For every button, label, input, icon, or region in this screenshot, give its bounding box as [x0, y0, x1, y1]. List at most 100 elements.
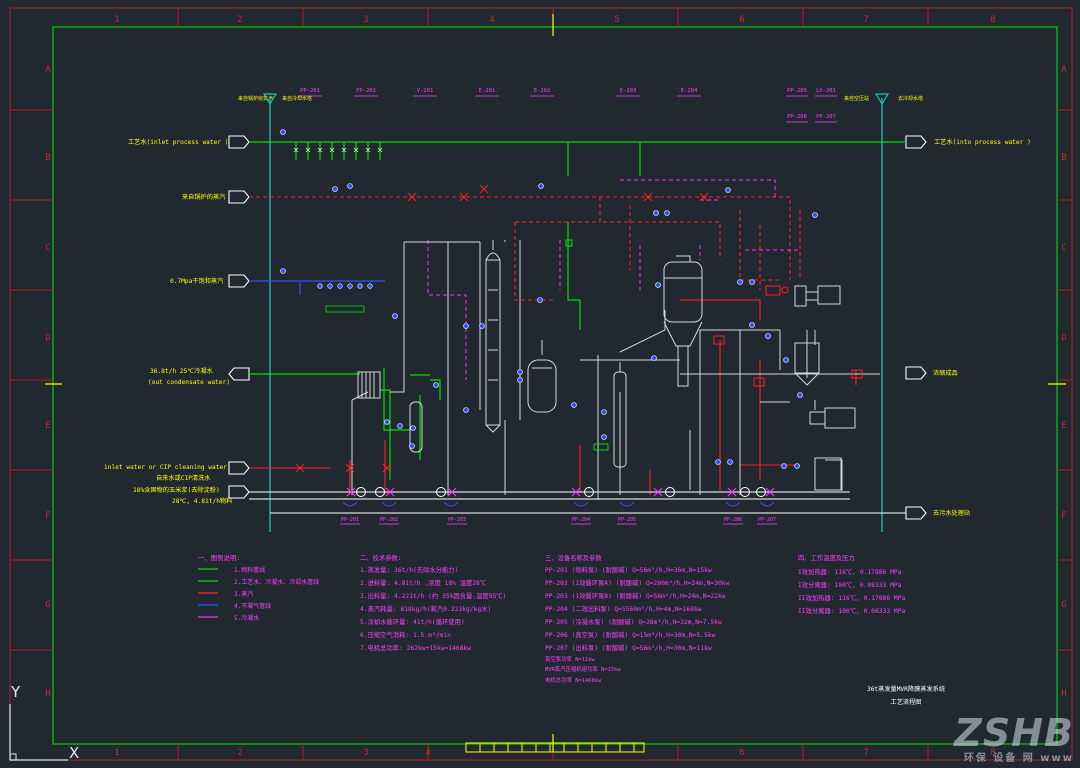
stream-label-inlet-water: 工艺水(inlet process water ): [128, 138, 229, 146]
inlet-arrow: [228, 135, 250, 149]
pipe-tag: [593, 443, 609, 451]
col-label-4-bottom: 4: [425, 748, 430, 758]
outlet-arrow: [228, 367, 250, 381]
stream-label-feed: 18%含固物的玉米浆(去除淀粉): [133, 486, 220, 494]
instrument-bubbles: [280, 129, 818, 469]
row-label-h-right: H: [1061, 689, 1066, 699]
row-label-f: F: [45, 511, 50, 521]
legend-item: 4.不凝气管线: [234, 602, 271, 610]
ucs-x-label: X: [69, 744, 80, 762]
tag-top: PP-205: [787, 88, 807, 94]
operating-line: I效加热器: 116℃, 0.17886 MPa: [798, 567, 902, 576]
pump-line: 真空泵功率 N=11kw: [545, 655, 595, 663]
title-block-line2: 工艺流程图: [891, 698, 922, 706]
col-label-2: 2: [237, 15, 242, 25]
legend-item: 2.工艺水、冷凝水、冷却水管线: [234, 578, 319, 586]
spec-line: 4.蒸汽耗量: 818kg/h(耗汽0.223kg/kg水): [360, 604, 491, 613]
stream-label-cip-cn: 自来水或CIP清洗水: [156, 474, 211, 482]
top-note: 去冷却水塔: [898, 95, 923, 102]
spec-line: 1.蒸发量: 36t/h(去除水分能力): [360, 565, 458, 574]
condensate-lines: [427, 179, 800, 380]
tag-top: LX-201: [816, 88, 836, 94]
stream-label-vacuum-steam: 0.7Mpa干饱和蒸汽: [170, 277, 223, 285]
operating-line: II效分离器: 100℃, 0.08333 MPa: [798, 606, 906, 615]
pump-line: PP-206 (真空泵) (耐酸碱) Q=15m³/h,H=30m,N=5.5k…: [545, 630, 716, 639]
inlet-arrow: [228, 190, 250, 204]
col-label-6-bottom: 6: [739, 748, 744, 758]
pump-line: MVR蒸汽压缩机组功率 N=15kw: [545, 665, 621, 673]
inlet-arrow: [228, 274, 250, 288]
top-note: 来自空压站: [844, 95, 869, 102]
watermark-sub: 环保 设备 网 www: [963, 753, 1074, 764]
ucs-y-label: Y: [11, 683, 21, 701]
pump-line: PP-202 (1效循环泵A) (耐酸碱) Q=280m³/h,H=24m,N=…: [545, 578, 730, 587]
outlet-arrow: [905, 506, 927, 520]
tag-bottom: PP-201: [341, 517, 359, 523]
tag-top: V-201: [417, 88, 434, 94]
watermark: ZSHB 环保 设备 网 www: [954, 711, 1074, 764]
vacuum-manifold-tag: [325, 305, 365, 313]
process-flow-diagram: 1 2 3 4 5 6 7 8 1 2 3 4 6 7 8 A B C D E …: [9, 7, 1073, 761]
tag-top: E-201: [479, 88, 496, 94]
equipment-piping: [351, 240, 880, 500]
inlet-arrow: [228, 485, 250, 499]
spec-line: 6.压缩空气消耗: 1.5 m³/min: [360, 630, 451, 639]
inlet-arrow: [228, 461, 250, 475]
pump-line: 电机总功率 N=1468kw: [545, 676, 602, 684]
outlet-arrow: [905, 366, 927, 380]
tag-bottom: PP-207: [758, 517, 776, 523]
tag-top: PP-206: [787, 114, 807, 120]
col-label-1-bottom: 1: [114, 748, 119, 758]
stream-label-steam: 来自锅炉的蒸汽: [182, 193, 225, 201]
row-label-c: C: [45, 243, 50, 253]
col-label-2-bottom: 2: [237, 748, 242, 758]
pump-line: PP-204 (二效出料泵) Q=5560m³/h,H=4m,N=168kw: [545, 604, 702, 613]
steam-solid-lines: [250, 299, 857, 495]
row-label-c-right: C: [1061, 243, 1066, 253]
tag-top: E-204: [681, 88, 698, 94]
spec-line: 2.进料量: 4.81t/h ,浓度 18% 温度28℃: [360, 578, 487, 587]
legend-title: 一、图例说明:: [198, 553, 240, 562]
row-label-d-right: D: [1061, 333, 1066, 343]
tag-top: PP-202: [356, 88, 376, 94]
tag-bottom: PP-204: [572, 517, 590, 523]
col-label-7-bottom: 7: [863, 748, 868, 758]
tag-bottom: PP-206: [724, 517, 742, 523]
top-note: 来自冷却水塔: [282, 95, 312, 102]
operating-line: II效加热器: 116℃, 0.17886 MPa: [798, 593, 906, 602]
stream-label-cip: inlet water or CIP cleaning water: [104, 464, 227, 471]
row-label-g-right: G: [1061, 600, 1066, 610]
stream-label-condensate: 36.8t/h 25℃冷凝水: [150, 367, 214, 375]
pumps-title: 三、设备名称及参数: [545, 553, 602, 562]
tag-top: E-202: [534, 88, 551, 94]
row-label-b: B: [45, 153, 50, 163]
pump-line: PP-205 (冷凝水泵) (耐酸碱) Q=26m³/h,H=32m,N=7.5…: [545, 617, 722, 626]
col-label-1: 1: [114, 15, 119, 25]
legend-item: 5.冷凝水: [234, 614, 259, 622]
operating-line: I效分离器: 100℃, 0.08333 MPa: [798, 580, 902, 589]
stream-label-drain: 去污水处理站: [933, 509, 970, 517]
specs-title: 二、技术参数:: [360, 553, 402, 562]
col-label-7: 7: [863, 15, 868, 25]
stream-label-condensate-en: (out condensate water): [148, 379, 230, 386]
row-label-d: D: [45, 333, 50, 343]
legend-item: 1.物料管线: [234, 566, 265, 574]
row-label-e: E: [45, 421, 50, 431]
process-water-lines: [249, 141, 906, 480]
boundary-lines: [269, 98, 883, 532]
spec-line: 5.冷却水循环量: 41t/h(循环使用): [360, 617, 465, 626]
spec-line: 3.出料量: 4.221t/h (约 35%固含量,温度95℃): [360, 591, 506, 600]
col-label-5: 5: [614, 15, 619, 25]
pump-line: PP-207 (出料泵) (耐酸碱) Q=56m³/h,H=30m,N=11kw: [545, 643, 712, 652]
row-label-f-right: F: [1061, 511, 1066, 521]
title-block-line1: 36t蒸发量MVR降膜蒸发系统: [867, 685, 945, 693]
row-label-g: G: [45, 600, 50, 610]
stream-label-product: 浓缩成品: [933, 369, 958, 377]
operating-title: 四、工作温度及压力: [798, 553, 855, 562]
stream-label-feed-conditions: 28℃, 4.81t/h物料: [172, 497, 232, 505]
col-label-6: 6: [739, 15, 744, 25]
row-label-b-right: B: [1061, 153, 1066, 163]
tag-top: E-203: [620, 88, 637, 94]
tag-bottom: PP-205: [618, 517, 636, 523]
col-label-8: 8: [990, 15, 995, 25]
